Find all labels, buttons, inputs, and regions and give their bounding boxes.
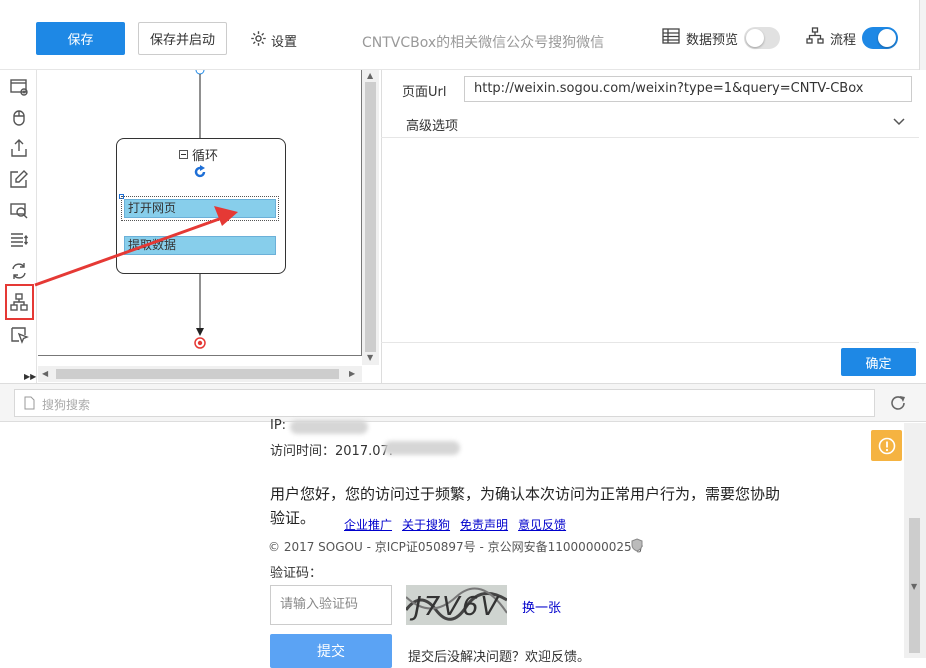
ip-label: IP: (270, 418, 287, 433)
link-disclaimer[interactable]: 免责声明 (460, 516, 508, 533)
link-enterprise[interactable]: 企业推广 (344, 516, 392, 533)
flow-chart-icon (806, 27, 824, 49)
extract-icon[interactable] (8, 137, 30, 159)
ok-button[interactable]: 确定 (841, 348, 916, 376)
properties-footer (381, 342, 919, 383)
police-badge-icon (631, 538, 643, 556)
settings-button[interactable]: 设置 (250, 30, 297, 51)
visit-time: 访问时间：2017.07. (270, 444, 393, 459)
data-preview-label: 数据预览 (686, 32, 739, 48)
scroll-down-icon[interactable]: ▼ (367, 353, 373, 362)
submit-button[interactable]: 提交 (270, 634, 392, 668)
flow-group: 流程 (806, 27, 899, 49)
switch-dropdown-icon[interactable] (8, 229, 30, 251)
captcha-icon[interactable] (8, 199, 30, 221)
verify-message-line2: 验证。 (270, 509, 316, 527)
data-preview-group: 数据预览 (662, 27, 781, 49)
footer-links: 企业推广 关于搜狗 免责声明 意见反馈 (344, 516, 566, 533)
captcha-label: 验证码： (270, 566, 323, 581)
input-text-icon[interactable] (8, 168, 30, 190)
scroll-right-icon[interactable]: ▶ (349, 369, 355, 378)
save-and-start-button[interactable]: 保存并启动 (138, 22, 227, 55)
canvas-vertical-scrollbar[interactable]: ▲ ▼ (362, 70, 379, 365)
save-button[interactable]: 保存 (36, 22, 125, 55)
ip-redacted (290, 420, 368, 434)
window-edge (919, 0, 926, 70)
open-page-icon[interactable] (8, 76, 30, 98)
link-about[interactable]: 关于搜狗 (402, 516, 450, 533)
verify-message-line1: 用户您好，您的访问过于频繁，为确认本次访问为正常用户行为，需要您协助 (270, 485, 781, 503)
gear-icon (250, 30, 267, 51)
svg-text:J7V6V: J7V6V (409, 592, 501, 622)
scroll-left-icon[interactable]: ◀ (42, 369, 48, 378)
canvas-horizontal-scrollbar[interactable]: ◀ ▶ (38, 366, 362, 382)
flow-toggle[interactable] (862, 27, 899, 49)
settings-label: 设置 (271, 35, 298, 50)
advanced-options-label: 高级选项 (406, 119, 459, 134)
webpage-scrollbar[interactable]: ▼ (904, 423, 926, 658)
mouse-hover-icon[interactable] (8, 324, 30, 346)
captcha-image[interactable]: J7V6V (404, 585, 508, 625)
scrollbar-thumb[interactable] (56, 369, 339, 379)
page-url-label: 页面Url (402, 85, 447, 100)
time-redacted (384, 441, 460, 455)
flow-label: 流程 (830, 32, 857, 48)
click-icon[interactable] (8, 106, 30, 128)
data-preview-toggle[interactable] (744, 27, 781, 49)
page-url-input[interactable]: http://weixin.sogou.com/weixin?type=1&qu… (464, 76, 912, 102)
task-title: CNTVCBox的相关微信公众号搜狗微信 (362, 35, 605, 51)
rail-expand-icon[interactable]: ▶▶ (24, 372, 36, 381)
refresh-captcha-link[interactable]: 换一张 (522, 597, 561, 616)
table-icon (662, 28, 680, 48)
canvas-border (38, 70, 362, 356)
scrollbar-thumb[interactable] (365, 82, 376, 352)
feedback-text: 提交后没解决问题？欢迎反馈。 (408, 650, 591, 665)
page-icon (24, 396, 35, 414)
advanced-options-row[interactable] (381, 106, 919, 138)
link-feedback[interactable]: 意见反馈 (518, 516, 566, 533)
address-placeholder: 搜狗搜索 (42, 398, 91, 412)
refresh-icon[interactable] (889, 394, 907, 416)
captcha-input[interactable]: 请输入验证码 (270, 585, 392, 625)
scroll-up-icon[interactable]: ▲ (367, 71, 373, 80)
address-bar[interactable] (14, 389, 875, 417)
flow-chart-icon[interactable] (8, 291, 30, 313)
warning-icon (871, 430, 902, 461)
chevron-down-icon[interactable] (892, 116, 906, 131)
scroll-down-icon[interactable]: ▼ (911, 582, 917, 591)
loop-icon[interactable] (8, 260, 30, 282)
copyright: © 2017 SOGOU - 京ICP证050897号 - 京公网安备11000… (268, 540, 644, 554)
